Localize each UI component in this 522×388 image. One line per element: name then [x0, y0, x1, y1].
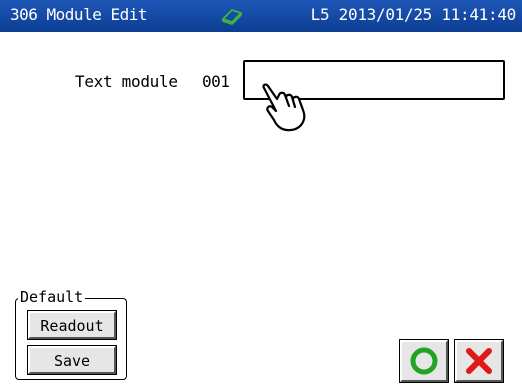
- module-number: 001: [202, 72, 230, 91]
- status-info: L5 2013/01/25 11:41:40: [310, 5, 517, 24]
- x-cancel-icon: [466, 348, 492, 374]
- text-module-label: Text module: [75, 72, 178, 91]
- text-module-input[interactable]: [243, 60, 505, 100]
- title-bar: 306 Module Edit L5 2013/01/25 11:41:40: [0, 0, 522, 32]
- cancel-button[interactable]: [454, 339, 504, 383]
- default-group-legend: Default: [18, 288, 86, 306]
- ok-button[interactable]: [399, 339, 449, 383]
- circle-ok-icon: [410, 347, 438, 375]
- eraser-icon: [220, 7, 244, 25]
- save-button[interactable]: Save: [27, 345, 117, 375]
- readout-button[interactable]: Readout: [27, 310, 117, 340]
- window-title: 306 Module Edit: [10, 5, 148, 24]
